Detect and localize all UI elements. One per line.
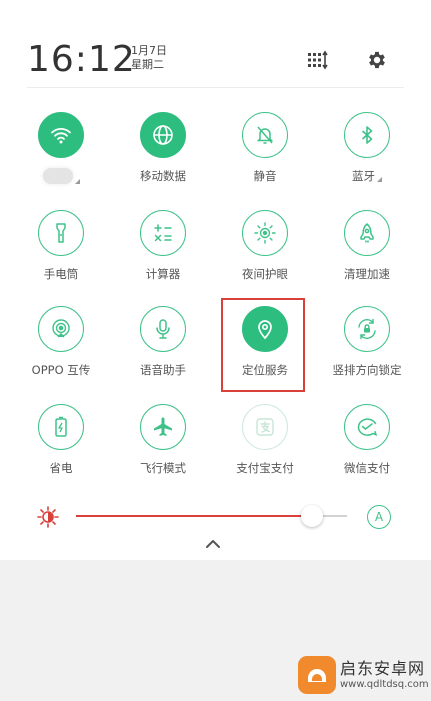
eye-sun-icon bbox=[254, 222, 276, 244]
tile-flashlight-label: 手电筒 bbox=[43, 267, 79, 281]
tile-voice-assistant-circle[interactable] bbox=[140, 306, 186, 352]
tile-boost-circle[interactable] bbox=[344, 210, 390, 256]
header-divider bbox=[27, 87, 404, 88]
alipay-icon bbox=[256, 418, 274, 436]
location-highlight-frame bbox=[221, 298, 305, 392]
tile-mobile-data[interactable]: 移动数据 bbox=[118, 112, 208, 202]
tile-power-saving-circle[interactable] bbox=[38, 404, 84, 450]
auto-brightness-button[interactable]: A bbox=[367, 505, 391, 529]
grid-sort-icon bbox=[308, 50, 328, 70]
tile-flashlight[interactable]: 手电筒 bbox=[16, 210, 106, 300]
settings-button[interactable] bbox=[365, 48, 389, 72]
rocket-icon bbox=[360, 223, 374, 243]
clock-time: 16:12 bbox=[27, 39, 136, 80]
tile-wechat-pay[interactable]: 微信支付 bbox=[322, 404, 412, 494]
edit-tiles-button[interactable] bbox=[306, 48, 330, 72]
wechat-pay-icon bbox=[357, 418, 378, 436]
bell-mute-icon bbox=[256, 126, 274, 144]
watermark-title: 启东安卓网 bbox=[340, 659, 426, 678]
tile-airplane-label: 飞行模式 bbox=[140, 461, 186, 475]
tile-night-mode-circle[interactable] bbox=[242, 210, 288, 256]
globe-icon bbox=[153, 125, 173, 145]
date-block: 1月7日 星期二 bbox=[131, 44, 167, 72]
tile-boost-label: 清理加速 bbox=[344, 267, 390, 281]
tile-voice-assistant[interactable]: 语音助手 bbox=[118, 306, 208, 396]
tile-alipay-circle[interactable] bbox=[242, 404, 288, 450]
tile-alipay-label: 支付宝支付 bbox=[236, 461, 294, 475]
tile-rotation-lock[interactable]: 竖排方向锁定 bbox=[322, 306, 412, 396]
wifi-network-label bbox=[42, 168, 73, 184]
tile-silent-circle[interactable] bbox=[242, 112, 288, 158]
tile-airplane[interactable]: 飞行模式 bbox=[118, 404, 208, 494]
tile-voice-assistant-label: 语音助手 bbox=[140, 363, 186, 377]
watermark-logo bbox=[298, 656, 336, 694]
tile-night-mode-label: 夜间护眼 bbox=[242, 267, 288, 281]
tile-calculator-label: 计算器 bbox=[145, 267, 181, 281]
share-transfer-icon bbox=[52, 319, 70, 338]
tile-calculator[interactable]: 计算器 bbox=[118, 210, 208, 300]
flashlight-icon bbox=[56, 223, 66, 243]
brightness-slider-thumb[interactable] bbox=[300, 505, 323, 527]
watermark-logo-icon bbox=[308, 669, 326, 682]
tile-power-saving-label: 省电 bbox=[49, 461, 73, 475]
bluetooth-icon bbox=[361, 126, 373, 144]
tile-mobile-data-label: 移动数据 bbox=[140, 169, 186, 183]
tile-oppo-share[interactable]: OPPO 互传 bbox=[16, 306, 106, 396]
brightness-slider-fill[interactable] bbox=[76, 515, 312, 517]
tile-rotation-lock-label: 竖排方向锁定 bbox=[332, 363, 402, 377]
watermark-url: www.qdltdsq.com bbox=[340, 679, 429, 690]
tile-rotation-lock-circle[interactable] bbox=[344, 306, 390, 352]
tile-silent-label: 静音 bbox=[253, 169, 277, 183]
brightness-sun-icon bbox=[37, 506, 59, 528]
weekday-text: 星期二 bbox=[131, 58, 164, 71]
tile-wechat-pay-label: 微信支付 bbox=[344, 461, 390, 475]
expand-corner-icon[interactable] bbox=[377, 176, 382, 182]
watermark: 启东安卓网 www.qdltdsq.com bbox=[298, 656, 429, 694]
quick-settings-panel: 16:12 1月7日 星期二 移动数据 静音 蓝牙 手电筒 计算器 夜间护眼 清… bbox=[0, 0, 431, 560]
tile-power-saving[interactable]: 省电 bbox=[16, 404, 106, 494]
tile-calculator-circle[interactable] bbox=[140, 210, 186, 256]
tile-mobile-data-circle[interactable] bbox=[140, 112, 186, 158]
wifi-icon bbox=[51, 128, 71, 144]
rotation-lock-icon bbox=[358, 318, 376, 340]
tile-night-mode[interactable]: 夜间护眼 bbox=[220, 210, 310, 300]
tile-bluetooth[interactable]: 蓝牙 bbox=[322, 112, 412, 202]
gear-icon bbox=[369, 51, 385, 69]
tile-alipay[interactable]: 支付宝支付 bbox=[220, 404, 310, 494]
tile-oppo-share-circle[interactable] bbox=[38, 306, 84, 352]
microphone-icon bbox=[156, 319, 170, 339]
tile-bluetooth-circle[interactable] bbox=[344, 112, 390, 158]
tile-wifi[interactable] bbox=[16, 112, 106, 202]
tile-wechat-pay-circle[interactable] bbox=[344, 404, 390, 450]
tile-flashlight-circle[interactable] bbox=[38, 210, 84, 256]
expand-corner-icon[interactable] bbox=[74, 179, 80, 184]
tile-silent[interactable]: 静音 bbox=[220, 112, 310, 202]
tile-airplane-circle[interactable] bbox=[140, 404, 186, 450]
tile-bluetooth-label: 蓝牙 bbox=[352, 169, 375, 183]
battery-saver-icon bbox=[55, 416, 67, 437]
chevron-up-icon[interactable] bbox=[204, 537, 222, 551]
tile-wifi-circle[interactable] bbox=[38, 112, 84, 158]
airplane-icon bbox=[154, 417, 172, 436]
date-text: 1月7日 bbox=[131, 44, 167, 57]
watermark-text: 启东安卓网 www.qdltdsq.com bbox=[340, 659, 429, 691]
calculator-icon bbox=[154, 224, 172, 242]
tile-boost[interactable]: 清理加速 bbox=[322, 210, 412, 300]
tile-bluetooth-label-wrap: 蓝牙 bbox=[352, 169, 382, 183]
tile-oppo-share-label: OPPO 互传 bbox=[31, 363, 91, 377]
